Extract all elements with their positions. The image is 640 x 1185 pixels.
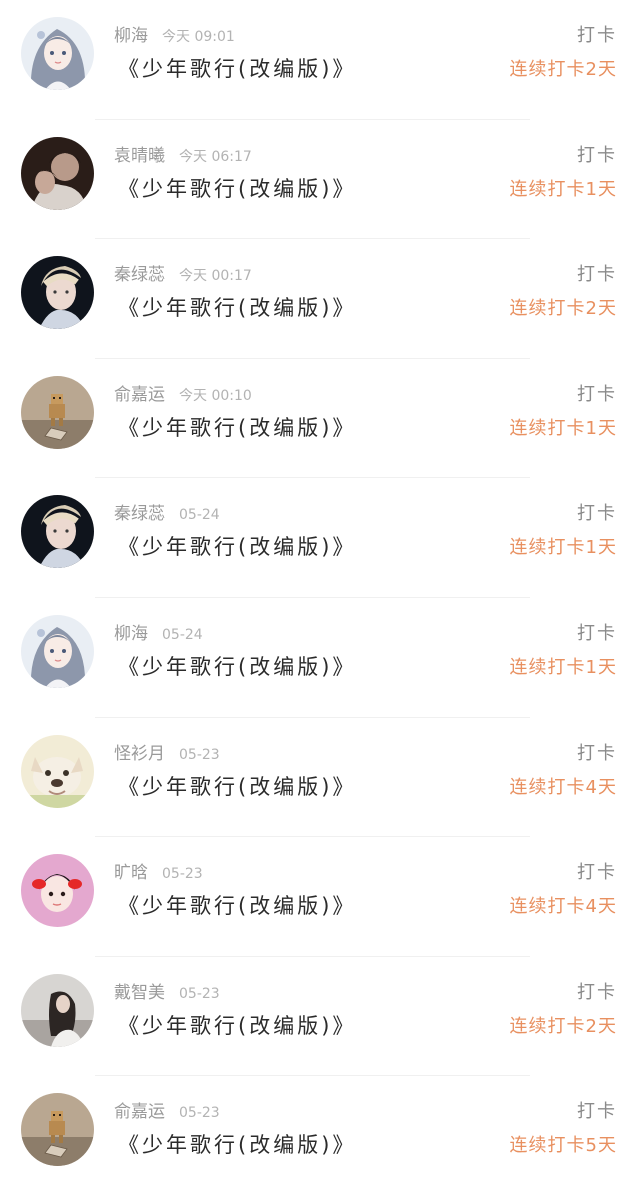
checkin-time: 今天 00:10 — [179, 387, 252, 404]
checkin-time: 今天 00:17 — [179, 268, 252, 285]
streak-badge: 连续打卡1天 — [509, 537, 617, 559]
checkin-label: 打卡 — [577, 144, 617, 166]
list-item[interactable]: 柳海 今天 09:01 《少年歌行(改编版)》 打卡连续打卡2天 — [0, 0, 640, 120]
avatar[interactable] — [21, 17, 94, 90]
checkin-label: 打卡 — [577, 1101, 617, 1123]
avatar[interactable] — [21, 256, 94, 329]
checkin-time: 05-23 — [179, 746, 220, 763]
avatar[interactable] — [21, 615, 94, 688]
avatar[interactable] — [21, 1093, 94, 1166]
checkin-time: 今天 09:01 — [162, 29, 235, 45]
song-title[interactable]: 《少年歌行(改编版)》 — [118, 54, 356, 84]
list-item[interactable]: 怪衫月 05-23 《少年歌行(改编版)》 打卡连续打卡4天 — [0, 718, 640, 838]
song-title[interactable]: 《少年歌行(改编版)》 — [118, 891, 356, 921]
avatar[interactable] — [21, 854, 94, 927]
streak-badge: 连续打卡2天 — [509, 298, 617, 320]
user-name[interactable]: 旷晗 — [114, 863, 148, 883]
checkin-label: 打卡 — [577, 383, 617, 405]
user-meta: 袁晴曦 今天 06:17 — [114, 144, 252, 169]
user-meta: 俞嘉运 今天 00:10 — [114, 383, 252, 408]
avatar[interactable] — [21, 974, 94, 1047]
checkin-time: 05-23 — [162, 866, 203, 883]
song-title[interactable]: 《少年歌行(改编版)》 — [118, 293, 356, 323]
checkin-label: 打卡 — [577, 981, 617, 1003]
user-name[interactable]: 戴智美 — [114, 983, 165, 1003]
avatar[interactable] — [21, 735, 94, 808]
checkin-label: 打卡 — [577, 742, 617, 764]
checkin-time: 05-24 — [179, 507, 220, 524]
list-item[interactable]: 秦绿蕊 05-24 《少年歌行(改编版)》 打卡连续打卡1天 — [0, 478, 640, 598]
user-meta: 旷晗 05-23 — [114, 861, 203, 886]
avatar[interactable] — [21, 495, 94, 568]
checkin-list: 柳海 今天 09:01 《少年歌行(改编版)》 打卡 连续打卡2天 袁晴曦 今天 06:17… — [0, 0, 640, 1185]
list-item[interactable]: 秦绿蕊 今天 00:17 《少年歌行(改编版)》 打卡连续打卡2天 — [0, 239, 640, 359]
checkin-label: 打卡 — [577, 862, 617, 884]
song-title[interactable]: 《少年歌行(改编版)》 — [118, 1130, 356, 1160]
user-name[interactable]: 柳海 — [114, 624, 148, 644]
streak-badge: 连续打卡1天 — [509, 656, 617, 678]
user-name[interactable]: 秦绿蕊 — [114, 265, 165, 285]
user-name[interactable]: 俞嘉运 — [114, 385, 165, 405]
checkin-label: 打卡 — [577, 622, 617, 644]
user-meta: 秦绿蕊 05-24 — [114, 502, 220, 527]
checkin-label: 打卡 — [577, 503, 617, 525]
checkin-label: 打卡 — [577, 264, 617, 286]
user-meta: 柳海 05-24 — [114, 622, 203, 647]
user-name[interactable]: 秦绿蕊 — [114, 504, 165, 524]
list-item[interactable]: 旷晗 05-23 《少年歌行(改编版)》 打卡连续打卡4天 — [0, 837, 640, 957]
streak-badge: 连续打卡1天 — [509, 417, 617, 439]
song-title[interactable]: 《少年歌行(改编版)》 — [118, 1011, 356, 1041]
list-item[interactable]: 戴智美 05-23 《少年歌行(改编版)》 打卡连续打卡2天 — [0, 957, 640, 1077]
streak-badge: 连续打卡4天 — [509, 776, 617, 798]
streak-badge: 连续打卡2天 — [509, 59, 617, 80]
avatar[interactable] — [21, 376, 94, 449]
checkin-time: 05-23 — [179, 1105, 220, 1122]
checkin-time: 今天 06:17 — [179, 148, 252, 165]
song-title[interactable]: 《少年歌行(改编版)》 — [118, 174, 356, 204]
user-name[interactable]: 怪衫月 — [114, 744, 165, 764]
checkin-time: 05-23 — [179, 985, 220, 1002]
user-name[interactable]: 柳海 — [114, 26, 148, 46]
checkin-label: 打卡 — [577, 25, 617, 46]
song-title[interactable]: 《少年歌行(改编版)》 — [118, 772, 356, 802]
user-meta: 秦绿蕊 今天 00:17 — [114, 263, 252, 288]
user-meta: 戴智美 05-23 — [114, 981, 220, 1006]
list-item[interactable]: 俞嘉运 05-23 《少年歌行(改编版)》 打卡连续打卡5天 — [0, 1076, 640, 1185]
avatar[interactable] — [21, 137, 94, 210]
user-name[interactable]: 袁晴曦 — [114, 146, 165, 166]
list-item[interactable]: 俞嘉运 今天 00:10 《少年歌行(改编版)》 打卡连续打卡1天 — [0, 359, 640, 479]
user-meta: 柳海 今天 09:01 — [114, 24, 235, 49]
song-title[interactable]: 《少年歌行(改编版)》 — [118, 652, 356, 682]
streak-badge: 连续打卡4天 — [509, 896, 617, 918]
streak-badge: 连续打卡2天 — [509, 1015, 617, 1037]
user-meta: 俞嘉运 05-23 — [114, 1100, 220, 1125]
song-title[interactable]: 《少年歌行(改编版)》 — [118, 413, 356, 443]
streak-badge: 连续打卡5天 — [509, 1135, 617, 1157]
list-item[interactable]: 柳海 05-24 《少年歌行(改编版)》 打卡连续打卡1天 — [0, 598, 640, 718]
song-title[interactable]: 《少年歌行(改编版)》 — [118, 532, 356, 562]
checkin-time: 05-24 — [162, 626, 203, 643]
user-meta: 怪衫月 05-23 — [114, 742, 220, 767]
streak-badge: 连续打卡1天 — [509, 178, 617, 200]
user-name[interactable]: 俞嘉运 — [114, 1102, 165, 1122]
list-item[interactable]: 袁晴曦 今天 06:17 《少年歌行(改编版)》 打卡连续打卡1天 — [0, 120, 640, 240]
